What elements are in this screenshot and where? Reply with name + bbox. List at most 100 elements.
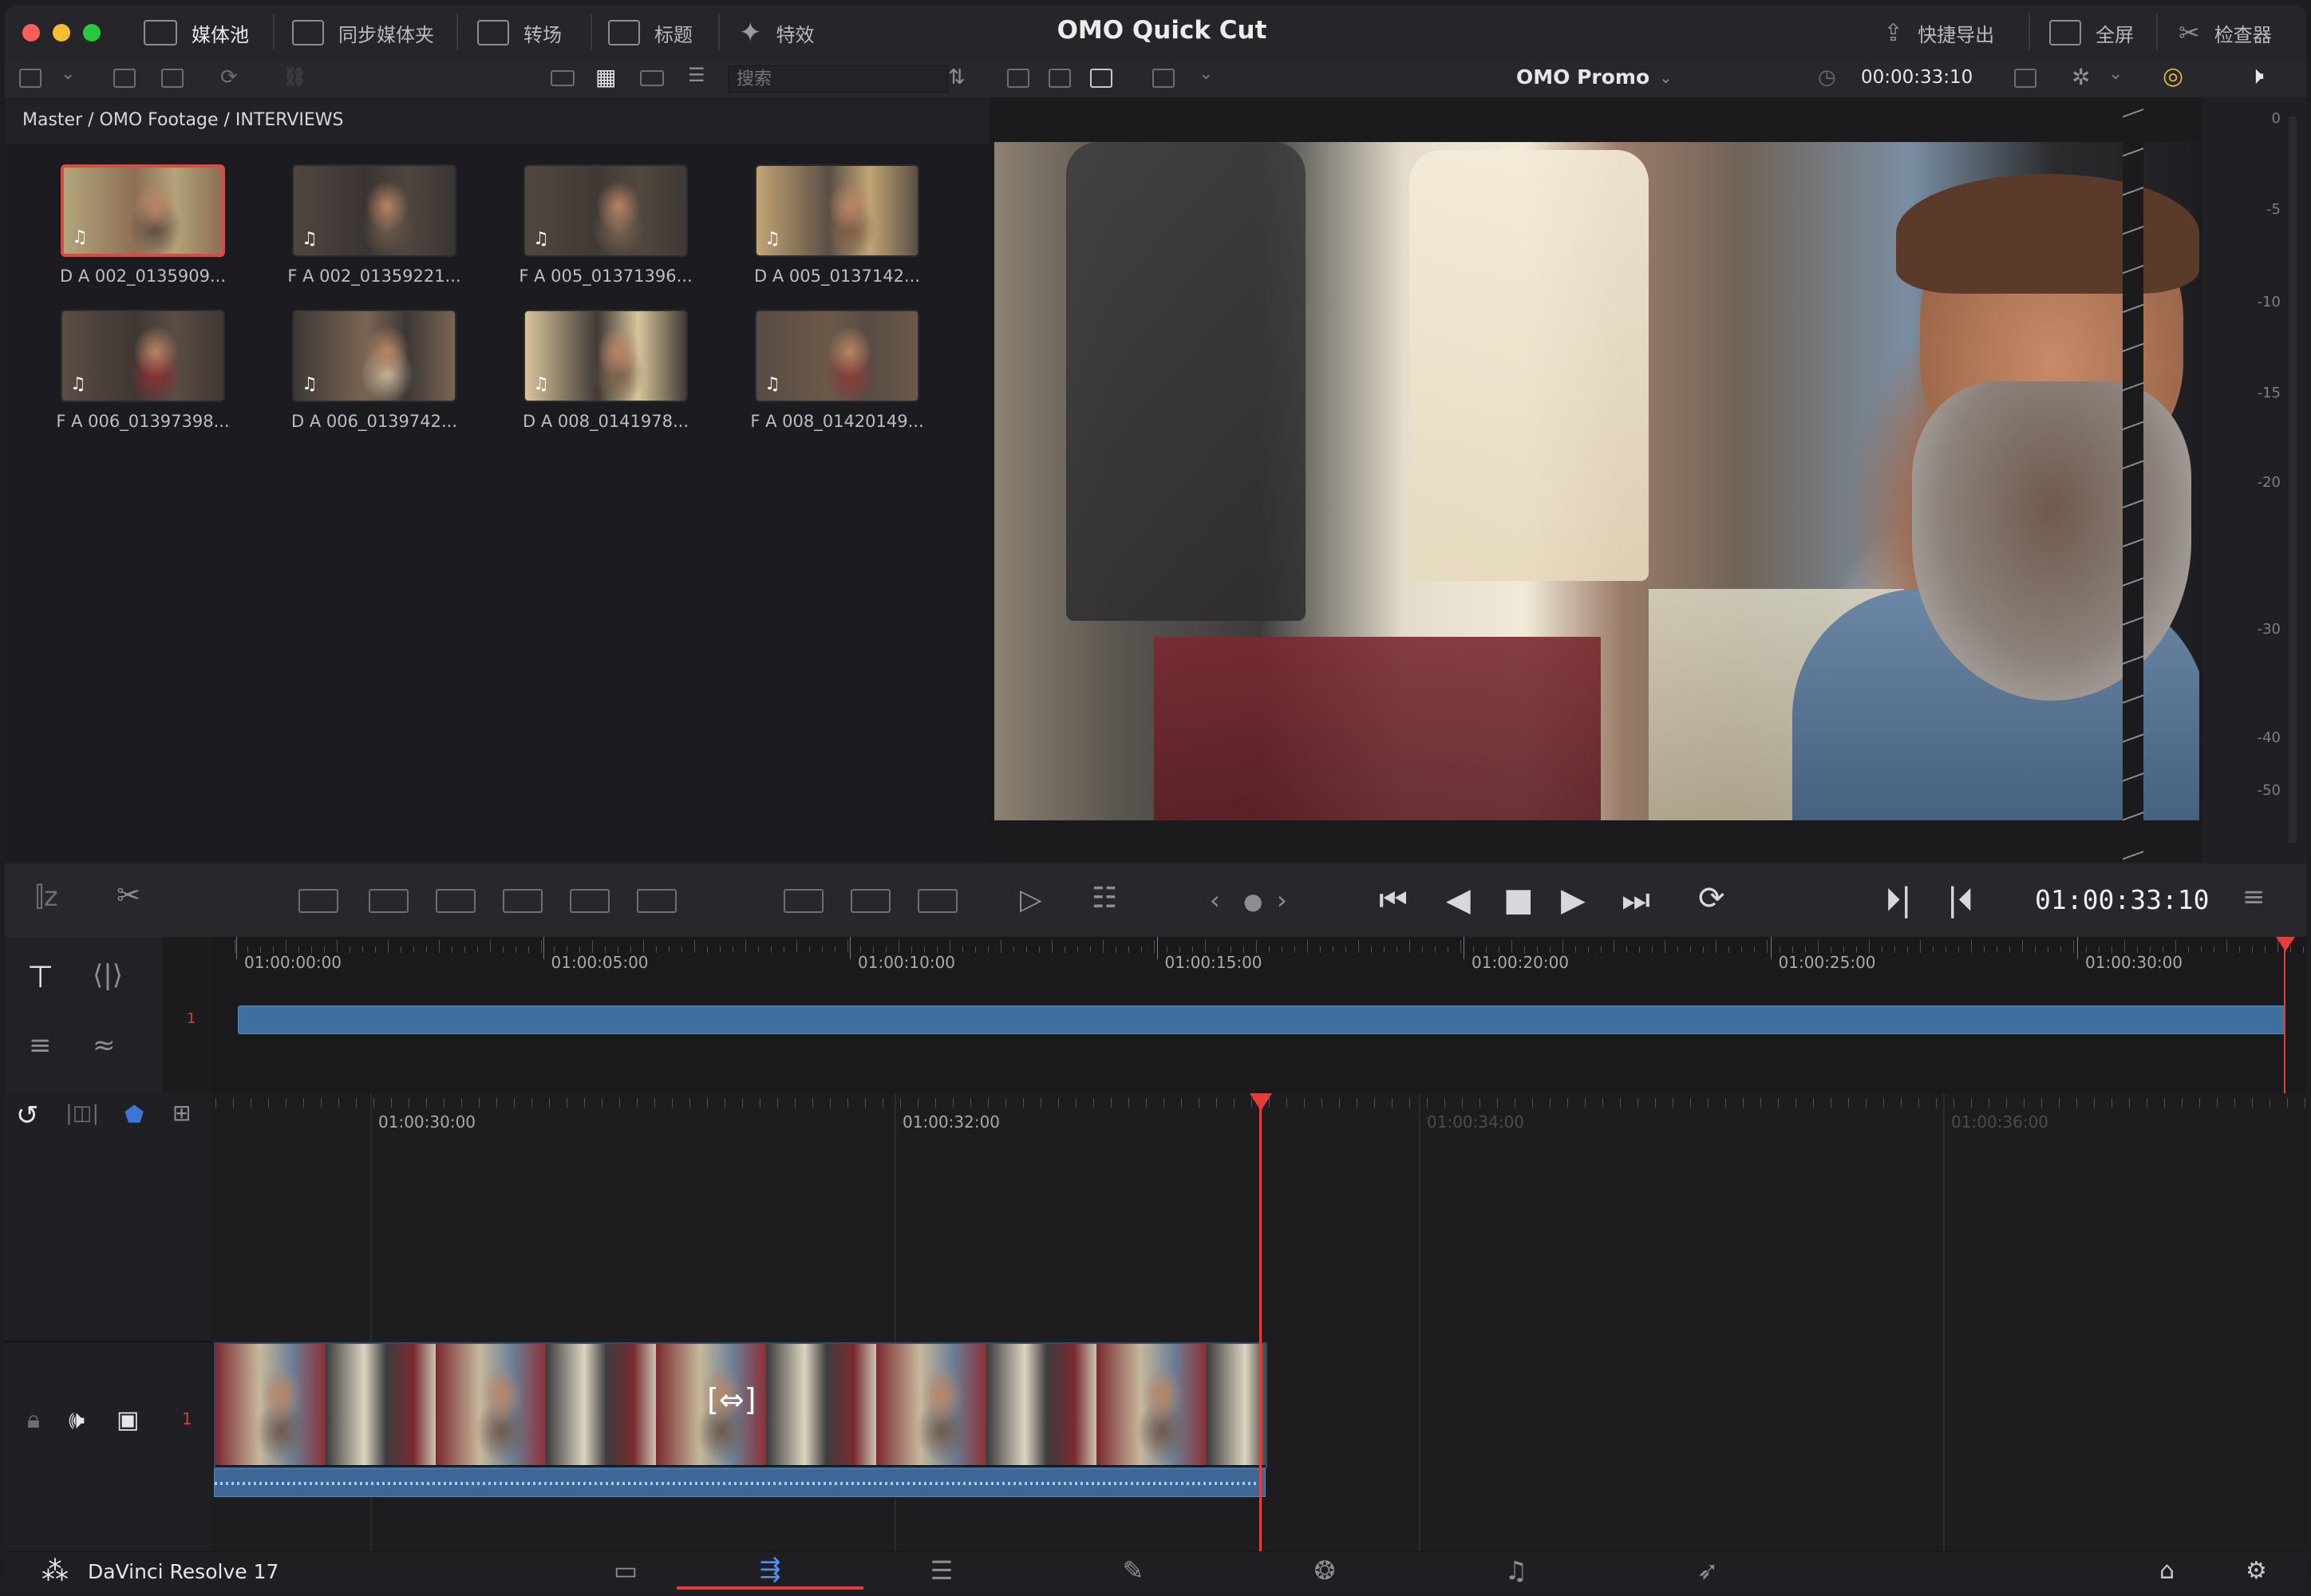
sidebar-toggle-icon[interactable] bbox=[19, 69, 41, 88]
play-reverse-icon[interactable]: ◀ bbox=[1446, 884, 1471, 916]
marker-dot-icon[interactable]: ● bbox=[1243, 886, 1262, 918]
breadcrumb[interactable]: Master / OMO Footage / INTERVIEWS bbox=[22, 110, 343, 130]
ruler-tick bbox=[1058, 1098, 1059, 1108]
clip-thumbnail[interactable]: ♫ bbox=[61, 164, 225, 257]
color-page-tab[interactable]: ❂ bbox=[1245, 1551, 1404, 1590]
place-on-top-icon[interactable] bbox=[570, 889, 610, 913]
ripple-overwrite-icon[interactable] bbox=[436, 889, 476, 913]
fairlight-page-tab[interactable]: ♫ bbox=[1436, 1551, 1596, 1590]
trim-icon[interactable]: ⟨|⟩ bbox=[93, 959, 123, 991]
upper-ruler[interactable]: 01:00:00:00 01:00:05:00 01:00:10:00 01:00:1… bbox=[235, 937, 2306, 975]
play-around-icon[interactable]: ▷ bbox=[1020, 884, 1042, 916]
video-toggle-icon[interactable]: ▣ bbox=[117, 1406, 139, 1434]
lock-icon[interactable]: 🔒︎ bbox=[27, 1406, 40, 1434]
grid-view-icon[interactable]: ▦ bbox=[595, 64, 616, 90]
tab-sync-bin[interactable]: 同步媒体夹 bbox=[281, 13, 445, 53]
scissors-icon[interactable]: ✂ bbox=[117, 879, 140, 912]
lower-playhead-marker[interactable] bbox=[1250, 1093, 1272, 1111]
stop-icon[interactable]: ■ bbox=[1503, 884, 1534, 916]
audio-select-icon[interactable]: ≈ bbox=[93, 1029, 116, 1061]
go-to-start-icon[interactable]: ⏮ bbox=[1379, 884, 1408, 916]
clip-thumbnail[interactable]: ♫ bbox=[755, 164, 919, 257]
close-up-icon[interactable] bbox=[503, 889, 543, 913]
flag-icon[interactable]: ⬟ bbox=[124, 1101, 144, 1128]
upper-clip[interactable] bbox=[238, 1005, 2285, 1034]
chevron-down-icon[interactable]: ⌄ bbox=[2108, 64, 2123, 84]
source-clip-icon[interactable] bbox=[1007, 69, 1029, 88]
image-icon[interactable] bbox=[851, 889, 891, 913]
close-window-button[interactable] bbox=[22, 24, 40, 41]
ruler-tick bbox=[1234, 1098, 1235, 1108]
metadata-view-icon[interactable]: ☰ bbox=[688, 64, 705, 86]
color-wheel-icon[interactable]: ◎ bbox=[2163, 62, 2183, 90]
relink-icon[interactable]: ⟳ bbox=[220, 65, 238, 89]
menu-icon[interactable]: ≡ bbox=[2242, 881, 2266, 913]
tab-media-pool[interactable]: 媒体池 bbox=[132, 13, 260, 53]
tab-titles[interactable]: 标题 bbox=[597, 13, 704, 53]
clip-thumbnail[interactable]: ♫ bbox=[61, 310, 225, 402]
transform-icon[interactable]: ✲ bbox=[2072, 64, 2090, 90]
audio-clip[interactable] bbox=[214, 1468, 1266, 1497]
clip-thumbnail[interactable]: ♫ bbox=[292, 164, 456, 257]
deliver-page-tab[interactable]: ➶ bbox=[1628, 1551, 1788, 1590]
speaker-icon[interactable]: 🕨 bbox=[2249, 62, 2264, 90]
ruler-tick bbox=[1497, 1098, 1498, 1108]
track-select-icon[interactable]: ≡ bbox=[29, 1029, 52, 1061]
dual-viewer-icon[interactable] bbox=[2014, 69, 2036, 88]
clip-thumbnail[interactable]: ♫ bbox=[292, 310, 456, 402]
clip-thumbnail[interactable]: ♫ bbox=[523, 164, 688, 257]
go-to-in-icon[interactable]: |⏴ bbox=[1947, 884, 1973, 916]
smart-insert-tool-icon[interactable] bbox=[298, 889, 338, 913]
search-input[interactable] bbox=[728, 65, 948, 93]
go-to-out-icon[interactable]: ⏵| bbox=[1885, 884, 1911, 916]
cut-page-tab[interactable]: ⇶ bbox=[677, 1551, 863, 1590]
clip-thumbnail[interactable]: ♫ bbox=[755, 310, 919, 402]
split-clip-icon[interactable] bbox=[784, 889, 824, 913]
ruler-tick bbox=[1743, 1098, 1744, 1108]
quick-export-button[interactable]: ⇪ 快捷导出 bbox=[1872, 13, 2005, 53]
inspector-button[interactable]: ✂ 检查器 bbox=[2167, 13, 2283, 53]
home-icon[interactable]: ⌂ bbox=[2159, 1557, 2175, 1585]
filmstrip-view-icon[interactable] bbox=[640, 70, 664, 86]
lower-playhead[interactable] bbox=[1259, 1093, 1262, 1551]
filmstrip-frame bbox=[766, 1344, 878, 1465]
viewer-timeline-selector[interactable]: OMO Promo ⌄ bbox=[1516, 65, 1673, 89]
source-overwrite-icon[interactable] bbox=[637, 889, 677, 913]
go-to-end-icon[interactable]: ⏭ bbox=[1622, 884, 1650, 916]
waveform-view-icon[interactable] bbox=[918, 889, 958, 913]
next-marker-icon[interactable]: › bbox=[1277, 884, 1287, 916]
minimize-window-button[interactable] bbox=[53, 24, 70, 41]
source-tape-icon[interactable] bbox=[1049, 69, 1071, 88]
zoom-window-button[interactable] bbox=[83, 24, 101, 41]
safe-area-icon[interactable] bbox=[1152, 69, 1175, 88]
chevron-down-icon[interactable]: ⌄ bbox=[1199, 64, 1213, 84]
snapping-icon[interactable]: ↺ bbox=[16, 1100, 39, 1132]
settings-sliders-icon[interactable]: ☷ bbox=[1092, 883, 1117, 915]
smart-insert-icon[interactable]: ⫿z bbox=[35, 881, 58, 913]
list-view-icon[interactable] bbox=[551, 70, 575, 86]
chevron-down-icon[interactable]: ⌄ bbox=[61, 64, 75, 84]
upper-playhead-marker[interactable] bbox=[2276, 937, 2295, 951]
fusion-page-tab[interactable]: ✎ bbox=[1053, 1551, 1213, 1590]
audio-scrub-icon[interactable]: |◫| bbox=[65, 1101, 99, 1125]
import-folder-icon[interactable] bbox=[161, 69, 184, 88]
fullscreen-button[interactable]: 全屏 bbox=[2038, 13, 2145, 53]
viewer-frame[interactable] bbox=[994, 142, 2199, 820]
loop-icon[interactable]: ⟳ bbox=[1698, 883, 1725, 915]
import-media-icon[interactable] bbox=[113, 69, 136, 88]
edit-page-tab[interactable]: ☰ bbox=[862, 1551, 1021, 1590]
prev-marker-icon[interactable]: ‹ bbox=[1210, 884, 1220, 916]
audio-speaker-icon[interactable]: 🕪 bbox=[69, 1404, 85, 1436]
sort-icon[interactable]: ⇅ bbox=[948, 65, 966, 89]
append-tool-icon[interactable] bbox=[369, 889, 409, 913]
tab-transitions[interactable]: 转场 bbox=[466, 13, 573, 53]
upper-playhead[interactable] bbox=[2284, 937, 2285, 1093]
add-marker-icon[interactable]: ⊞ bbox=[172, 1100, 191, 1126]
settings-icon[interactable]: ⚙ bbox=[2246, 1557, 2267, 1585]
clip-thumbnail[interactable]: ♫ bbox=[523, 310, 688, 402]
tab-effects[interactable]: ✦ 特效 bbox=[728, 13, 826, 53]
link-icon[interactable]: ⛓ bbox=[282, 65, 306, 88]
timeline-view-icon[interactable] bbox=[1090, 69, 1112, 88]
play-icon[interactable]: ▶ bbox=[1561, 884, 1586, 916]
snap-lock-icon[interactable]: ⊤ bbox=[27, 959, 53, 994]
